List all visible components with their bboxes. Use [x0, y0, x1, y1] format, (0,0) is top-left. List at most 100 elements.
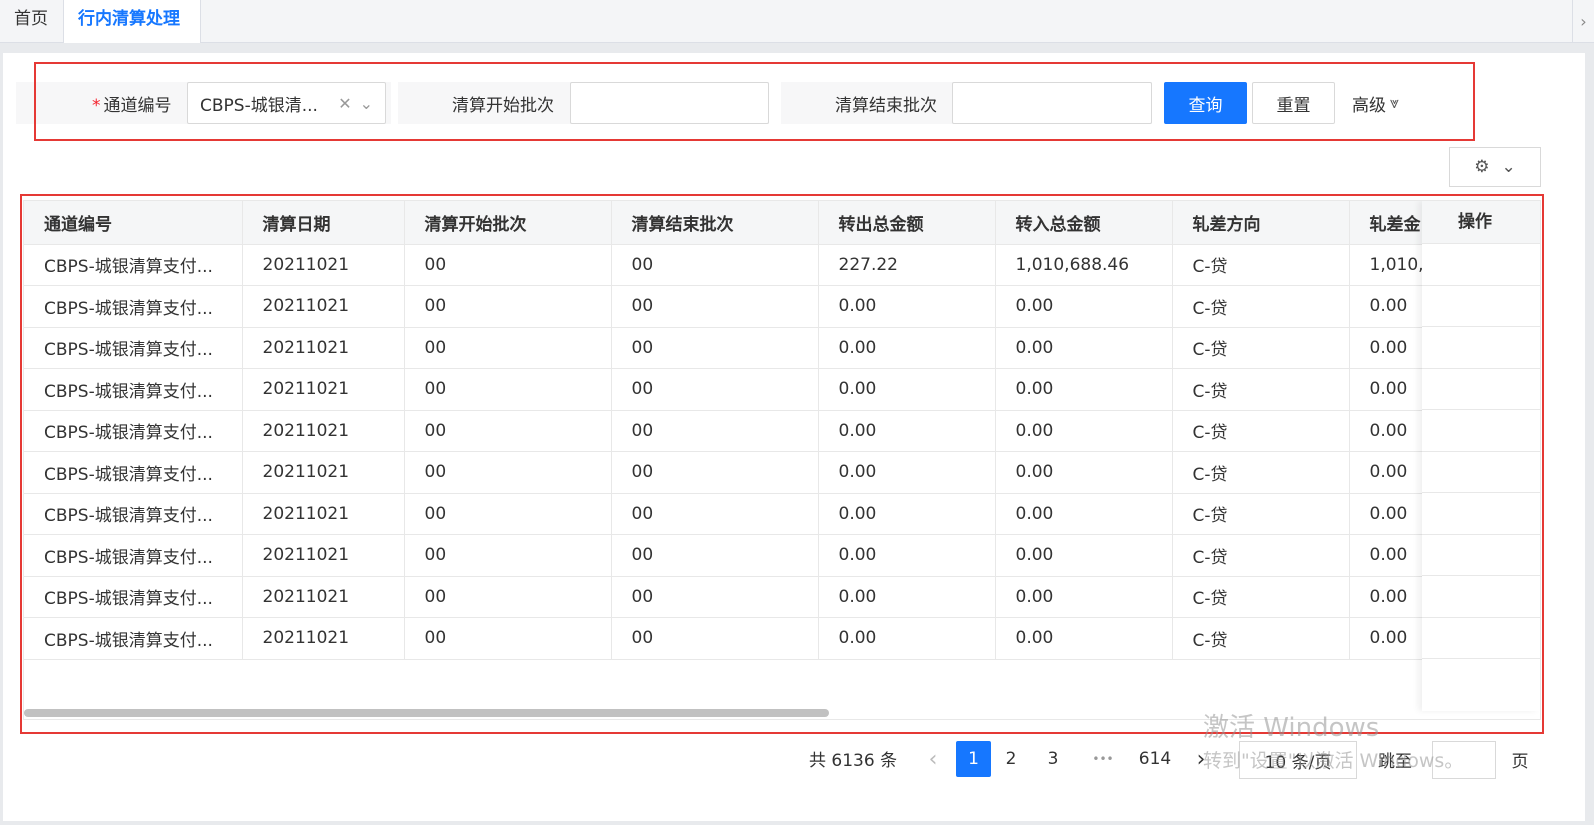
- chevron-right-icon[interactable]: ›: [1189, 741, 1213, 777]
- table-cell: CBPS-城银清算支付...: [24, 327, 243, 369]
- table-cell: 00: [404, 327, 612, 369]
- tab-clearing-processing[interactable]: 行内清算处理: [64, 0, 201, 43]
- operation-cell: [1422, 618, 1540, 659]
- table-cell: C-贷: [1172, 576, 1350, 618]
- table-cell: 0.00: [995, 368, 1173, 411]
- table-cell: 0.00: [818, 410, 996, 452]
- table-cell: C-贷: [1172, 410, 1350, 452]
- table-cell: 00: [404, 410, 612, 452]
- table-row[interactable]: CBPS-城银清算支付... 20211021 00 00 227.22 1,0…: [24, 244, 1540, 286]
- jump-page-input[interactable]: [1432, 741, 1496, 779]
- total-count: 共 6136 条: [809, 750, 898, 771]
- required-mark: *: [92, 95, 101, 116]
- table-cell: CBPS-城银清算支付...: [24, 285, 243, 328]
- double-chevron-down-icon: ⩔: [1390, 93, 1400, 112]
- chevron-right-scroll-icon[interactable]: ›: [1572, 0, 1594, 43]
- page-button-2[interactable]: 2: [999, 741, 1023, 777]
- table-cell: CBPS-城银清算支付...: [24, 534, 243, 577]
- table-cell: 20211021: [242, 410, 405, 452]
- table-cell: C-贷: [1172, 244, 1350, 286]
- table-cell: C-贷: [1172, 285, 1350, 328]
- horizontal-scrollbar[interactable]: [24, 709, 829, 717]
- table-row[interactable]: CBPS-城银清算支付... 20211021 00 00 0.00 0.00 …: [24, 410, 1540, 452]
- table-row[interactable]: CBPS-城银清算支付... 20211021 00 00 0.00 0.00 …: [24, 368, 1540, 411]
- table-row[interactable]: CBPS-城银清算支付... 20211021 00 00 0.00 0.00 …: [24, 576, 1540, 618]
- table-cell: C-贷: [1172, 534, 1350, 577]
- channel-select[interactable]: CBPS-城银清... ✕ ⌄: [187, 82, 386, 124]
- table-cell: C-贷: [1172, 617, 1350, 660]
- table-cell: 0.00: [818, 617, 996, 660]
- table-row[interactable]: CBPS-城银清算支付... 20211021 00 00 0.00 0.00 …: [24, 327, 1540, 369]
- end-batch-label: 清算结束批次: [835, 95, 937, 116]
- column-settings-button[interactable]: ⚙ ⌄: [1449, 147, 1541, 187]
- table-cell: 0.00: [818, 576, 996, 618]
- table-cell: 20211021: [242, 534, 405, 577]
- operation-column: 操作: [1422, 201, 1540, 711]
- jump-label: 跳至: [1378, 751, 1412, 772]
- table-cell: 0.00: [995, 451, 1173, 494]
- column-header[interactable]: 转入总金额: [995, 201, 1173, 245]
- table-cell: 00: [404, 493, 612, 535]
- page-size-select[interactable]: 10 条/页: [1239, 741, 1357, 779]
- advanced-toggle[interactable]: 高级 ⩔: [1352, 82, 1399, 124]
- page-suffix-label: 页: [1511, 751, 1529, 772]
- table-cell: 00: [404, 244, 612, 286]
- reset-button[interactable]: 重置: [1252, 82, 1335, 124]
- clear-icon[interactable]: ✕: [338, 94, 351, 113]
- table-cell: 00: [404, 368, 612, 411]
- table-cell: 00: [611, 451, 819, 494]
- table-row[interactable]: CBPS-城银清算支付... 20211021 00 00 0.00 0.00 …: [24, 617, 1540, 660]
- table-row[interactable]: CBPS-城银清算支付... 20211021 00 00 0.00 0.00 …: [24, 493, 1540, 535]
- table-cell: 1,010,688.46: [995, 244, 1173, 286]
- table-cell: 0.00: [995, 493, 1173, 535]
- tab-home[interactable]: 首页: [0, 0, 64, 43]
- table-cell: 00: [404, 617, 612, 660]
- page-button-1[interactable]: 1: [956, 741, 991, 777]
- column-header[interactable]: 通道编号: [24, 201, 243, 245]
- channel-label: * 通道编号: [92, 95, 172, 116]
- table-cell: 20211021: [242, 451, 405, 494]
- table-cell: 00: [611, 617, 819, 660]
- column-header[interactable]: 轧差方向: [1172, 201, 1350, 245]
- table-cell: 20211021: [242, 285, 405, 328]
- query-button[interactable]: 查询: [1164, 82, 1247, 124]
- start-batch-input[interactable]: [570, 82, 769, 124]
- main-panel: * 通道编号 CBPS-城银清... ✕ ⌄ 清算开始批次 清算结束批次 查询 重…: [3, 53, 1585, 821]
- table-row[interactable]: CBPS-城银清算支付... 20211021 00 00 0.00 0.00 …: [24, 451, 1540, 494]
- table-cell: C-贷: [1172, 451, 1350, 494]
- channel-select-value: CBPS-城银清...: [200, 95, 318, 116]
- table-cell: C-贷: [1172, 327, 1350, 369]
- operation-header: 操作: [1422, 201, 1540, 244]
- chevron-left-icon[interactable]: ‹: [921, 741, 945, 777]
- page-button-3[interactable]: 3: [1041, 741, 1065, 777]
- column-header[interactable]: 清算结束批次: [611, 201, 819, 245]
- chevron-down-icon: ⌄: [1501, 157, 1516, 177]
- table-cell: 0.00: [995, 534, 1173, 577]
- end-batch-input[interactable]: [952, 82, 1152, 124]
- table-cell: 00: [611, 244, 819, 286]
- page-button-last[interactable]: 614: [1135, 741, 1175, 777]
- column-header[interactable]: 清算开始批次: [404, 201, 612, 245]
- table-cell: 20211021: [242, 368, 405, 411]
- table-cell: 00: [611, 285, 819, 328]
- operation-cell: [1422, 535, 1540, 576]
- table-cell: CBPS-城银清算支付...: [24, 617, 243, 660]
- operation-cell: [1422, 493, 1540, 535]
- table-row[interactable]: CBPS-城银清算支付... 20211021 00 00 0.00 0.00 …: [24, 285, 1540, 328]
- data-table: 通道编号 清算日期 清算开始批次 清算结束批次 转出总金额 转入总金额 轧差方向…: [23, 200, 1541, 720]
- operation-cell: [1422, 410, 1540, 452]
- operation-cell: [1422, 369, 1540, 410]
- chevron-down-icon[interactable]: ⌄: [360, 94, 373, 113]
- table-cell: 20211021: [242, 617, 405, 660]
- table-row[interactable]: CBPS-城银清算支付... 20211021 00 00 0.00 0.00 …: [24, 534, 1540, 577]
- column-header[interactable]: 转出总金额: [818, 201, 996, 245]
- table-cell: 00: [404, 451, 612, 494]
- gear-icon: ⚙: [1474, 157, 1490, 177]
- page-ellipsis[interactable]: •••: [1085, 741, 1121, 777]
- table-cell: CBPS-城银清算支付...: [24, 576, 243, 618]
- table-cell: CBPS-城银清算支付...: [24, 244, 243, 286]
- table-header-row: 通道编号 清算日期 清算开始批次 清算结束批次 转出总金额 转入总金额 轧差方向…: [24, 201, 1540, 245]
- column-header[interactable]: 清算日期: [242, 201, 405, 245]
- table-cell: 00: [404, 576, 612, 618]
- table-cell: 227.22: [818, 244, 996, 286]
